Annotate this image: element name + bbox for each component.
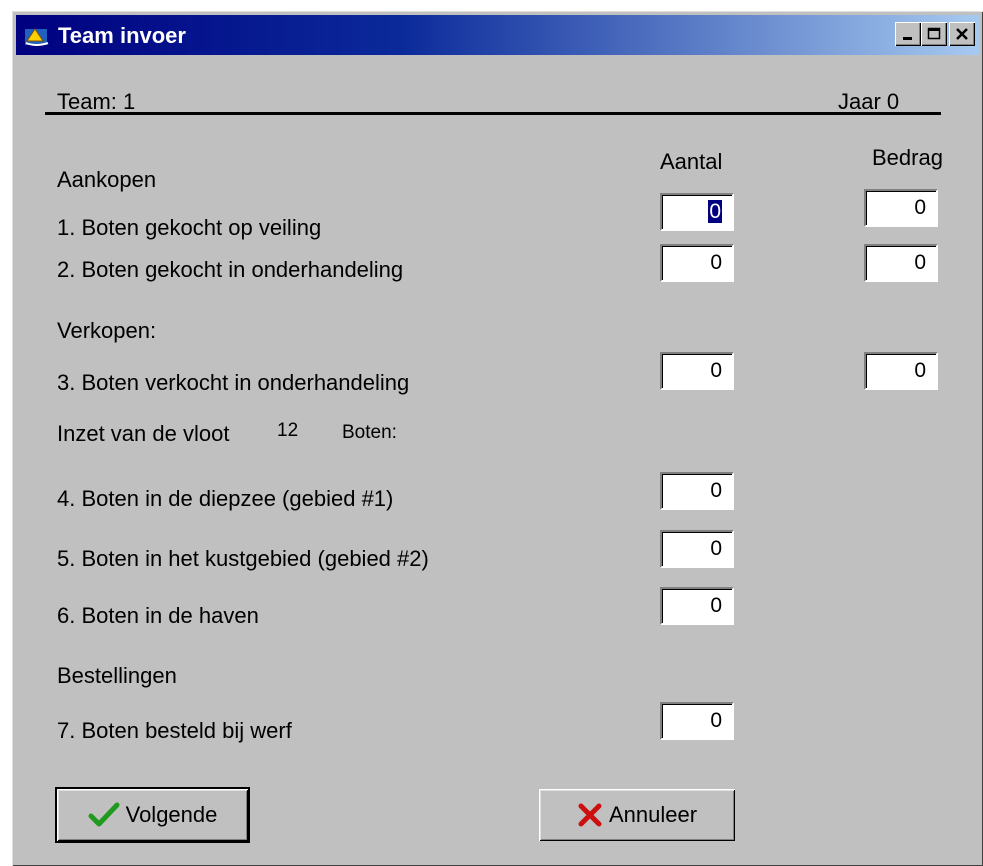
minimize-icon[interactable] [895, 22, 921, 46]
app-icon [25, 28, 49, 46]
cross-icon [578, 803, 602, 827]
next-button-label: Volgende [125, 802, 218, 827]
window-title: Team invoer [58, 23, 186, 48]
header-divider [45, 112, 941, 115]
row-7-aantal-input[interactable]: 0 [660, 702, 734, 740]
row-3-bedrag-input[interactable]: 0 [864, 352, 938, 390]
row-3-label: 3. Boten verkocht in onderhandeling [57, 370, 410, 395]
row-4-label: 4. Boten in de diepzee (gebied #1) [57, 486, 394, 511]
close-icon[interactable] [949, 22, 975, 46]
inzet-count: 12 [277, 420, 299, 441]
cancel-button-label: Annuleer [608, 802, 698, 827]
inzet-label: Inzet van de vloot [57, 421, 230, 446]
section-verkopen: Verkopen: [57, 318, 157, 343]
title-bar[interactable]: Team invoer [16, 15, 979, 55]
check-icon [88, 802, 120, 827]
section-aankopen: Aankopen [57, 167, 157, 192]
section-bestellingen: Bestellingen [57, 663, 177, 688]
row-4-aantal-input[interactable]: 0 [660, 472, 734, 510]
maximize-icon[interactable] [921, 22, 947, 46]
row-2-aantal-input[interactable]: 0 [660, 244, 734, 282]
row-2-label: 2. Boten gekocht in onderhandeling [57, 257, 404, 282]
row-3-aantal-input[interactable]: 0 [660, 352, 734, 390]
row-2-bedrag-input[interactable]: 0 [864, 244, 938, 282]
row-6-aantal-input[interactable]: 0 [660, 587, 734, 625]
row-1-aantal-input[interactable]: 0 [660, 193, 734, 231]
inzet-unit: Boten: [342, 422, 397, 443]
row-5-aantal-input[interactable]: 0 [660, 530, 734, 568]
cancel-button[interactable]: Annuleer [539, 789, 735, 841]
row-1-aantal-value: 0 [708, 200, 722, 223]
next-button[interactable]: Volgende [55, 787, 250, 843]
column-header-bedrag: Bedrag [872, 145, 943, 170]
row-6-label: 6. Boten in de haven [57, 603, 259, 628]
row-5-label: 5. Boten in het kustgebied (gebied #2) [57, 546, 429, 571]
row-1-label: 1. Boten gekocht op veiling [57, 215, 322, 240]
row-1-bedrag-input[interactable]: 0 [864, 189, 938, 227]
row-7-label: 7. Boten besteld bij werf [57, 718, 292, 743]
column-header-aantal: Aantal [660, 149, 723, 174]
